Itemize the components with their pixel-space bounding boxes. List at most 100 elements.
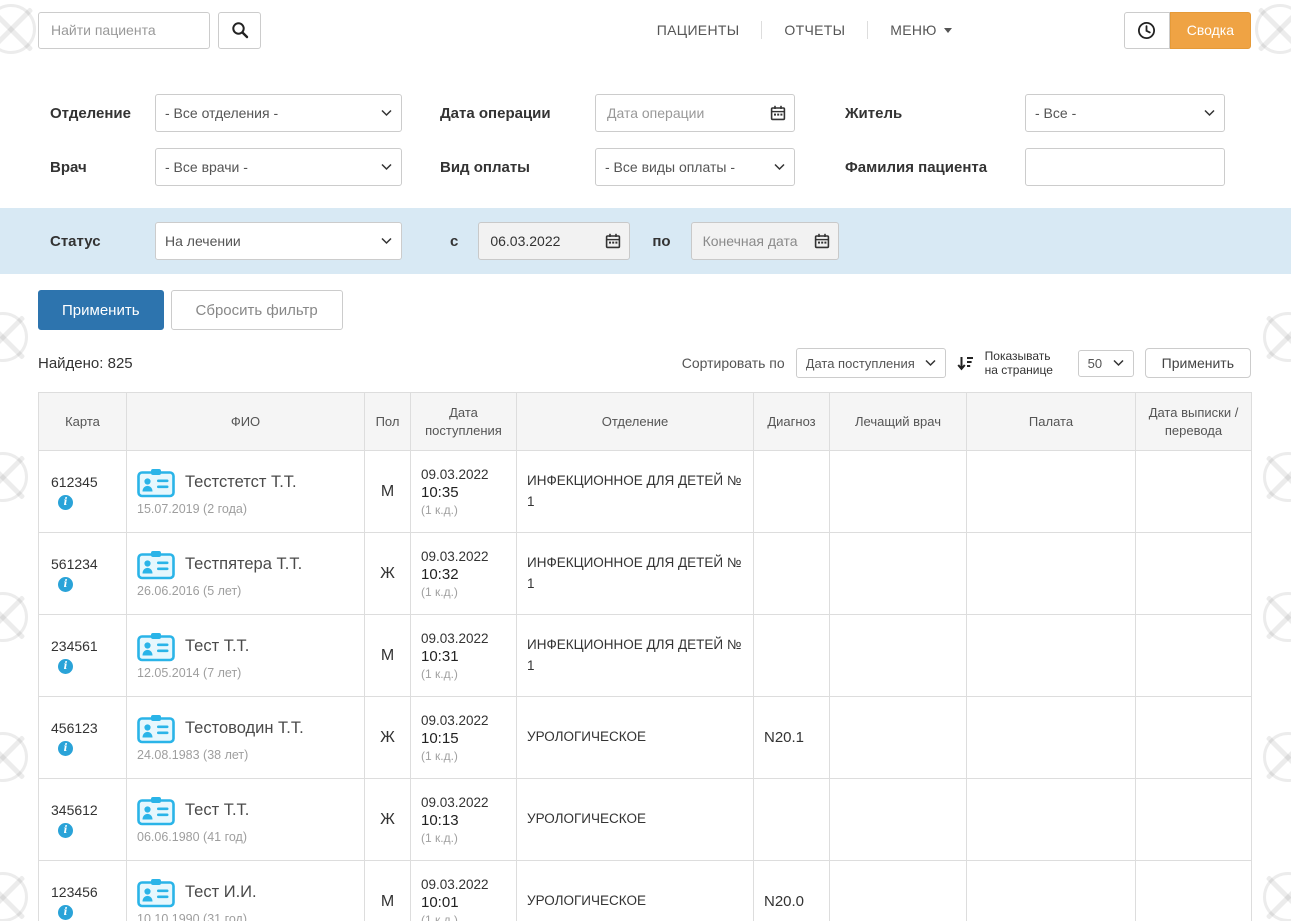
admission-date: 09.03.2022 <box>421 794 489 810</box>
results-count: Найдено: 825 <box>38 354 133 372</box>
admission-days: (1 к.д.) <box>421 666 458 681</box>
patient-card-icon[interactable] <box>137 796 175 826</box>
doctor-label: Врач <box>50 158 87 176</box>
results-controls: Сортировать по Дата поступления Показыва… <box>682 348 1251 378</box>
status-select[interactable]: На лечении <box>155 222 402 260</box>
discharge-cell <box>1135 532 1252 615</box>
patient-name[interactable]: Тест И.И. <box>185 883 257 902</box>
ward-cell <box>966 860 1136 921</box>
patient-name[interactable]: Тестстетст Т.Т. <box>185 473 297 492</box>
patient-birthdate: 06.06.1980 (41 год) <box>137 829 247 844</box>
nav-patients[interactable]: ПАЦИЕНТЫ <box>635 22 762 38</box>
watermark-icon <box>1263 872 1291 921</box>
patient-birthdate: 10.10.1990 (31 год) <box>137 911 247 921</box>
summary-button[interactable]: Сводка <box>1169 11 1251 49</box>
topbar-right-group: Сводка <box>1123 11 1251 49</box>
patient-card-icon[interactable] <box>137 714 175 744</box>
admission-date: 09.03.2022 <box>421 548 489 564</box>
admission-time: 10:15 <box>421 729 459 747</box>
sort-select[interactable]: Дата поступления <box>795 348 946 378</box>
patient-name[interactable]: Тестоводин Т.Т. <box>185 719 304 738</box>
patient-name[interactable]: Тест Т.Т. <box>185 801 249 820</box>
search-button[interactable] <box>218 11 261 49</box>
nav-menu[interactable]: МЕНЮ <box>868 22 973 38</box>
apply-per-page-button[interactable]: Применить <box>1144 348 1251 378</box>
admission-date: 09.03.2022 <box>421 712 489 728</box>
patient-card-icon[interactable] <box>137 632 175 662</box>
nav-reports[interactable]: ОТЧЕТЫ <box>762 22 867 38</box>
department-cell: ИНФЕКЦИОННОЕ ДЛЯ ДЕТЕЙ № 1 <box>516 614 754 697</box>
patients-table: Карта ФИО Пол Дата поступления Отделение Диаг… <box>38 392 1252 921</box>
department-cell: УРОЛОГИЧЕСКОЕ <box>516 696 754 779</box>
status-filter-strip: Статус На лечении с по <box>0 208 1291 274</box>
admission-days: (1 к.д.) <box>421 830 458 845</box>
date-to-input[interactable] <box>690 222 839 260</box>
filter-operation-date: Дата операции <box>440 94 795 132</box>
watermark-icon <box>0 592 28 642</box>
column-header: Дата поступления <box>410 392 517 451</box>
sort-direction-button[interactable] <box>957 355 974 371</box>
patient-card-icon[interactable] <box>137 878 175 908</box>
info-icon[interactable] <box>58 740 73 756</box>
doctor-select[interactable]: - Все врачи - <box>155 148 402 186</box>
ward-cell <box>966 450 1136 533</box>
info-icon[interactable] <box>58 822 73 838</box>
doctor-select-wrap: - Все врачи - <box>155 148 402 186</box>
patient-row: 612345 i Тестстетст Т.Т. 15.07.2019 (2 г… <box>38 450 1252 533</box>
patient-birthdate: 15.07.2019 (2 года) <box>137 501 247 516</box>
resident-label: Житель <box>845 104 903 122</box>
patient-sex: Ж <box>364 778 411 861</box>
diagnosis-cell <box>753 778 830 861</box>
info-icon[interactable] <box>58 904 73 920</box>
patient-birthdate: 12.05.2014 (7 лет) <box>137 665 242 680</box>
filter-row-2: Врач - Все врачи - Вид оплаты - Все виды… <box>50 148 1251 186</box>
patient-sex: М <box>364 450 411 533</box>
watermark-icon <box>0 732 28 782</box>
patient-name[interactable]: Тестпятера Т.Т. <box>185 555 302 574</box>
patient-name[interactable]: Тест Т.Т. <box>185 637 249 656</box>
filter-department: Отделение - Все отделения - <box>50 94 402 132</box>
per-page-select[interactable]: 50 <box>1077 349 1134 377</box>
admission-days: (1 к.д.) <box>421 748 458 763</box>
column-header: Диагноз <box>753 392 830 451</box>
lastname-input[interactable] <box>1025 148 1225 186</box>
search-icon <box>231 22 248 39</box>
column-header: Дата выписки / перевода <box>1135 392 1252 451</box>
operation-date-input[interactable] <box>595 94 795 132</box>
department-select[interactable]: - Все отделения - <box>155 94 402 132</box>
watermark-icon <box>1263 452 1291 502</box>
column-header: Отделение <box>516 392 754 451</box>
watermark-icon <box>0 872 28 921</box>
watermark-icon <box>1263 592 1291 642</box>
patient-card-icon[interactable] <box>137 550 175 580</box>
status-select-wrap: На лечении <box>155 222 402 260</box>
info-icon[interactable] <box>58 494 73 510</box>
patient-row: 123456 i Тест И.И. 10.10.1990 (31 год) М… <box>38 860 1252 921</box>
watermark-icon <box>1263 732 1291 782</box>
patient-birthdate: 26.06.2016 (5 лет) <box>137 583 242 598</box>
info-icon[interactable] <box>58 658 73 674</box>
payment-select[interactable]: - Все виды оплаты - <box>595 148 795 186</box>
reset-filter-button[interactable]: Сбросить фильтр <box>170 290 343 330</box>
info-icon[interactable] <box>58 576 73 592</box>
doctor-cell <box>829 860 967 921</box>
apply-filter-button[interactable]: Применить <box>38 290 164 330</box>
diagnosis-cell: N20.1 <box>753 696 830 779</box>
filter-doctor: Врач - Все врачи - <box>50 148 402 186</box>
doctor-cell <box>829 614 967 697</box>
doctor-cell <box>829 532 967 615</box>
admission-days: (1 к.д.) <box>421 502 458 517</box>
patient-row: 456123 i Тестоводин Т.Т. 24.08.1983 (38 … <box>38 696 1252 779</box>
patient-row: 234561 i Тест Т.Т. 12.05.2014 (7 лет) М … <box>38 614 1252 697</box>
doctor-cell <box>829 450 967 533</box>
history-button[interactable] <box>1123 11 1170 49</box>
search-input[interactable] <box>38 11 210 49</box>
diagnosis-cell <box>753 450 830 533</box>
ward-cell <box>966 778 1136 861</box>
patient-row: 561234 i Тестпятера Т.Т. 26.06.2016 (5 л… <box>38 532 1252 615</box>
operation-date-label: Дата операции <box>440 104 551 122</box>
patient-card-icon[interactable] <box>137 468 175 498</box>
doctor-cell <box>829 696 967 779</box>
date-from-input[interactable] <box>478 222 631 260</box>
resident-select[interactable]: - Все - <box>1025 94 1225 132</box>
